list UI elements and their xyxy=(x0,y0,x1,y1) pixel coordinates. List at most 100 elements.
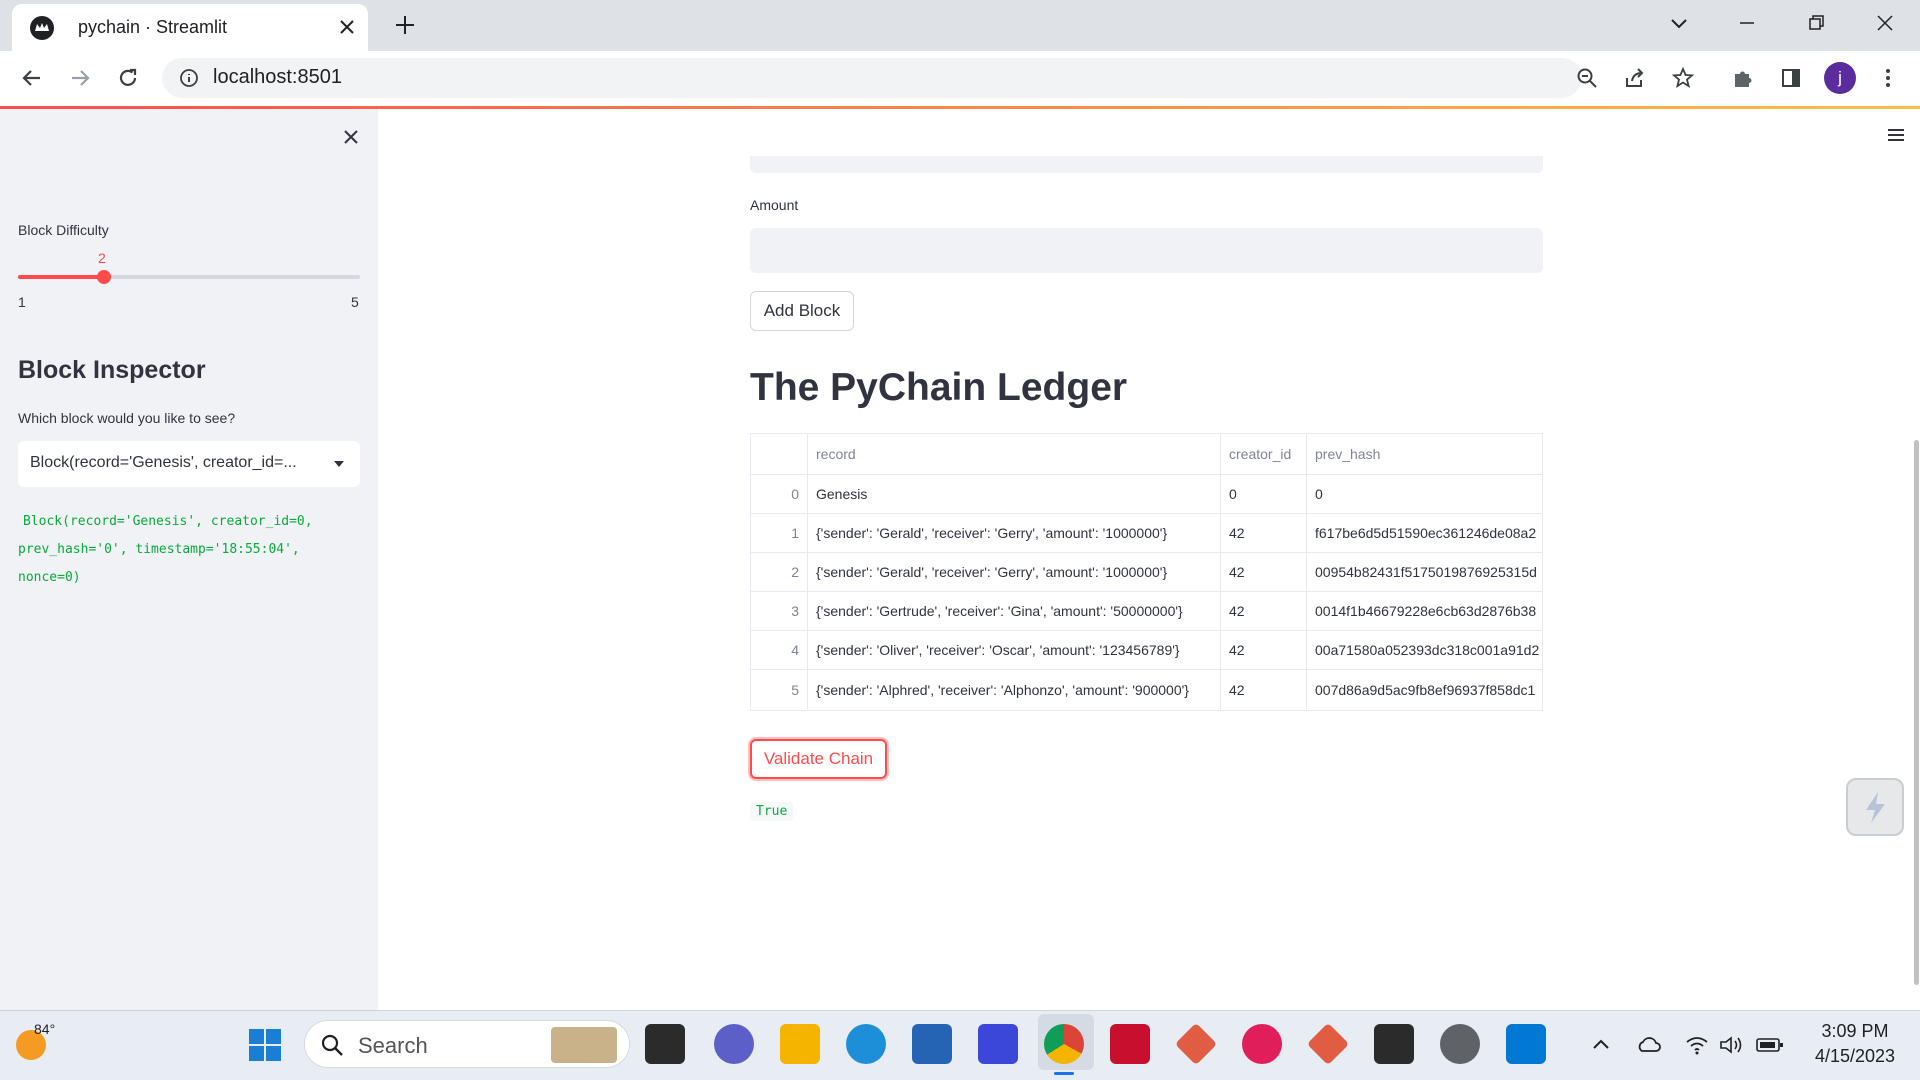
block-inspector-heading: Block Inspector xyxy=(18,356,206,384)
slider-fill xyxy=(18,275,104,279)
table-cell: {'sender': 'Gerald', 'receiver': 'Gerry'… xyxy=(808,514,1221,552)
validate-chain-button[interactable]: Validate Chain xyxy=(750,739,887,779)
table-cell: 42 xyxy=(1221,514,1307,552)
back-arrow-icon[interactable] xyxy=(18,64,46,92)
table-cell: {'sender': 'Alphred', 'receiver': 'Alpho… xyxy=(808,670,1221,709)
block-select[interactable]: Block(record='Genesis', creator_id=... xyxy=(18,441,360,487)
amount-input[interactable] xyxy=(750,228,1543,273)
vscode-icon[interactable] xyxy=(1506,1024,1546,1064)
teams-chat-icon[interactable] xyxy=(714,1024,754,1064)
minimize-window-icon[interactable] xyxy=(1736,12,1758,34)
app-icon[interactable] xyxy=(978,1024,1018,1064)
table-cell: 42 xyxy=(1221,670,1307,709)
edge-browser-icon[interactable] xyxy=(846,1024,886,1064)
onedrive-cloud-icon[interactable] xyxy=(1636,1034,1662,1056)
forward-arrow-icon[interactable] xyxy=(66,64,94,92)
table-cell: 007d86a9d5ac9fb8ef96937f858dc1 xyxy=(1315,681,1536,698)
active-indicator xyxy=(1054,1072,1074,1075)
floating-action-button[interactable] xyxy=(1846,778,1904,836)
slider-min-label: 1 xyxy=(18,294,26,310)
block-code-output: Block(record='Genesis', creator_id=0, pr… xyxy=(18,508,338,592)
code-line: Block(record='Genesis', creator_id=0, xyxy=(23,514,313,529)
new-tab-icon[interactable] xyxy=(392,12,418,38)
table-row: 0 Genesis 0 0 xyxy=(751,475,1542,514)
site-info-icon[interactable] xyxy=(178,67,200,89)
table-cell: 42 xyxy=(1221,631,1307,669)
search-icon xyxy=(319,1032,345,1058)
address-bar[interactable] xyxy=(162,58,1582,98)
close-tab-icon[interactable] xyxy=(336,16,358,38)
table-cell: f617be6d5d51590ec361246de08a2 xyxy=(1315,525,1537,541)
slider-value: 2 xyxy=(98,250,106,266)
clock-date[interactable]: 4/15/2023 xyxy=(1800,1046,1910,1067)
wifi-icon[interactable] xyxy=(1684,1034,1710,1056)
validation-result: True xyxy=(750,802,794,821)
browser-menu-icon[interactable] xyxy=(1874,64,1902,92)
table-cell: 42 xyxy=(1221,592,1307,630)
add-block-button[interactable]: Add Block xyxy=(750,291,854,331)
page-scrollbar[interactable] xyxy=(1914,440,1919,985)
close-sidebar-icon[interactable] xyxy=(340,126,362,148)
chevron-down-icon xyxy=(332,459,346,469)
share-icon[interactable] xyxy=(1621,64,1649,92)
slider-thumb[interactable] xyxy=(97,270,111,284)
table-header-cell[interactable]: prev_hash xyxy=(1307,434,1542,474)
table-cell: 00954b82431f5175019876925315d xyxy=(1315,564,1537,580)
restore-window-icon[interactable] xyxy=(1805,12,1827,34)
taskbar-search-label: Search xyxy=(358,1033,428,1058)
chevron-up-icon[interactable] xyxy=(1590,1034,1612,1056)
extensions-puzzle-icon[interactable] xyxy=(1729,64,1757,92)
tab-search-chevron-icon[interactable] xyxy=(1668,12,1690,34)
table-row: 3 {'sender': 'Gertrude', 'receiver': 'Gi… xyxy=(751,592,1542,631)
previous-input-field[interactable] xyxy=(750,156,1543,173)
windows-start-icon[interactable] xyxy=(247,1027,283,1063)
side-panel-icon[interactable] xyxy=(1777,64,1805,92)
table-header-row: record creator_id prev_hash xyxy=(751,434,1542,475)
table-cell: 00a71580a052393dc318c001a91d2 xyxy=(1315,642,1540,658)
reload-icon[interactable] xyxy=(114,64,142,92)
volume-icon[interactable] xyxy=(1718,1034,1744,1056)
table-header-cell xyxy=(751,434,808,474)
file-explorer-icon[interactable] xyxy=(780,1024,820,1064)
select-label: Which block would you like to see? xyxy=(18,410,236,426)
table-row: 2 {'sender': 'Gerald', 'receiver': 'Gerr… xyxy=(751,553,1542,592)
amount-label: Amount xyxy=(750,197,799,213)
browser-tab[interactable]: pychain · Streamlit xyxy=(12,4,368,51)
table-cell: 3 xyxy=(751,592,808,630)
table-cell: 1 xyxy=(751,514,808,552)
hamburger-menu-icon[interactable] xyxy=(1884,124,1908,146)
task-view-icon[interactable] xyxy=(645,1024,685,1064)
microsoft-store-icon[interactable] xyxy=(912,1024,952,1064)
code-line: nonce=0) xyxy=(18,570,81,585)
ledger-table: record creator_id prev_hash 0 Genesis 0 … xyxy=(750,433,1543,711)
table-row: 1 {'sender': 'Gerald', 'receiver': 'Gerr… xyxy=(751,514,1542,553)
table-header-cell[interactable]: creator_id xyxy=(1221,434,1307,474)
url-text[interactable]: localhost:8501 xyxy=(213,66,342,89)
profile-avatar[interactable]: j xyxy=(1824,62,1856,94)
block-select-value: Block(record='Genesis', creator_id=... xyxy=(30,454,297,471)
table-cell: 2 xyxy=(751,553,808,591)
table-cell: Genesis xyxy=(808,475,1221,513)
settings-gear-icon[interactable] xyxy=(1440,1024,1480,1064)
taskbar-search-box[interactable] xyxy=(304,1020,630,1068)
terminal-icon[interactable] xyxy=(1374,1024,1414,1064)
mcafee-icon[interactable] xyxy=(1110,1024,1150,1064)
clock-time[interactable]: 3:09 PM xyxy=(1800,1021,1910,1042)
bookmark-star-icon[interactable] xyxy=(1669,64,1697,92)
table-cell: 5 xyxy=(751,670,808,709)
battery-icon[interactable] xyxy=(1756,1036,1784,1054)
table-cell: {'sender': 'Gertrude', 'receiver': 'Gina… xyxy=(808,592,1221,630)
chrome-icon[interactable] xyxy=(1044,1024,1084,1064)
table-row: 4 {'sender': 'Oliver', 'receiver': 'Osca… xyxy=(751,631,1542,670)
table-header-cell[interactable]: record xyxy=(808,434,1221,474)
table-cell: 4 xyxy=(751,631,808,669)
slack-icon[interactable] xyxy=(1242,1024,1282,1064)
table-cell: {'sender': 'Oliver', 'receiver': 'Oscar'… xyxy=(808,631,1221,669)
tab-title: pychain · Streamlit xyxy=(78,17,228,37)
windows-taskbar xyxy=(0,1010,1920,1080)
table-cell: 0 xyxy=(751,475,808,513)
slider-label: Block Difficulty xyxy=(18,222,109,238)
weather-temp[interactable]: 84° xyxy=(34,1021,55,1037)
zoom-out-icon[interactable] xyxy=(1573,64,1601,92)
close-window-icon[interactable] xyxy=(1874,12,1896,34)
